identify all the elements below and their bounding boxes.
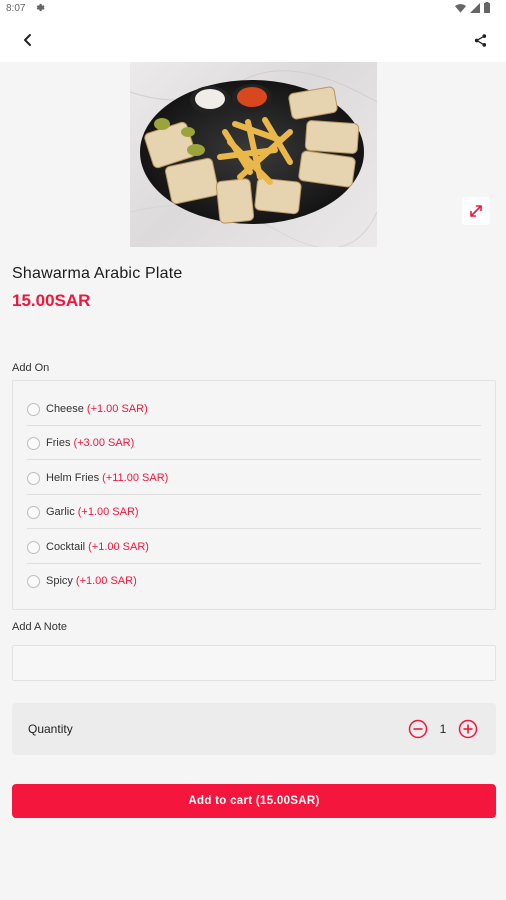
product-image bbox=[130, 62, 377, 247]
divider bbox=[27, 459, 481, 460]
decrease-quantity-button[interactable] bbox=[408, 719, 428, 739]
quantity-value: 1 bbox=[439, 722, 447, 736]
note-input[interactable] bbox=[12, 645, 496, 681]
addon-price: (+3.00 SAR) bbox=[73, 437, 135, 449]
addon-option-fries[interactable]: Fries (+3.00 SAR) bbox=[27, 426, 481, 460]
radio-button[interactable] bbox=[27, 436, 40, 450]
plus-circle-icon bbox=[458, 719, 478, 739]
addon-price: (+1.00 SAR) bbox=[86, 403, 148, 415]
status-icons bbox=[455, 2, 490, 13]
radio-button[interactable] bbox=[27, 574, 40, 588]
addon-option-helm-fries[interactable]: Helm Fries (+11.00 SAR) bbox=[27, 461, 481, 495]
addon-name: Garlic bbox=[46, 506, 75, 518]
add-to-cart-button[interactable]: Add to cart (15.00SAR) bbox=[12, 784, 496, 818]
minus-circle-icon bbox=[408, 719, 428, 739]
addon-option-garlic[interactable]: Garlic (+1.00 SAR) bbox=[27, 495, 481, 529]
addon-option-cheese[interactable]: Cheese (+1.00 SAR) bbox=[27, 392, 481, 426]
addon-name: Cocktail bbox=[46, 541, 86, 553]
radio-button[interactable] bbox=[27, 540, 40, 554]
addon-price: (+1.00 SAR) bbox=[88, 541, 149, 553]
addon-name: Fries bbox=[46, 437, 71, 449]
app-bar bbox=[0, 18, 506, 62]
wifi-icon bbox=[455, 3, 466, 13]
note-label: Add A Note bbox=[12, 621, 68, 633]
addon-name: Spicy bbox=[46, 575, 73, 587]
addon-price: (+1.00 SAR) bbox=[77, 506, 139, 518]
addon-price: (+1.00 SAR) bbox=[75, 575, 137, 587]
addons-label: Add On bbox=[12, 362, 50, 374]
expand-image-button[interactable] bbox=[462, 197, 490, 225]
product-price: 15.00SAR bbox=[12, 291, 91, 310]
status-time: 8:07 bbox=[6, 3, 26, 14]
addon-option-cocktail[interactable]: Cocktail (+1.00 SAR) bbox=[27, 530, 481, 564]
back-button[interactable] bbox=[14, 28, 42, 52]
settings-gear-icon bbox=[34, 2, 45, 16]
radio-button[interactable] bbox=[27, 402, 40, 416]
share-icon bbox=[474, 33, 486, 47]
divider bbox=[27, 528, 481, 529]
battery-icon bbox=[484, 2, 490, 13]
addon-option-spicy[interactable]: Spicy (+1.00 SAR) bbox=[27, 564, 481, 598]
addon-name: Helm Fries bbox=[46, 472, 100, 484]
share-button[interactable] bbox=[466, 28, 494, 52]
radio-button[interactable] bbox=[27, 505, 40, 519]
product-title: Shawarma Arabic Plate bbox=[12, 265, 183, 282]
signal-icon bbox=[470, 2, 480, 13]
radio-button[interactable] bbox=[27, 471, 40, 485]
addon-price: (+11.00 SAR) bbox=[102, 472, 169, 484]
arrow-back-icon bbox=[24, 34, 31, 46]
expand-icon bbox=[470, 205, 482, 217]
addons-list: Cheese (+1.00 SAR) Fries (+3.00 SAR) Hel… bbox=[12, 380, 496, 610]
status-bar: 8:07 bbox=[0, 0, 506, 18]
increase-quantity-button[interactable] bbox=[458, 719, 478, 739]
addon-name: Cheese bbox=[46, 403, 84, 415]
quantity-stepper: Quantity 1 bbox=[12, 703, 496, 755]
quantity-label: Quantity bbox=[28, 722, 73, 736]
